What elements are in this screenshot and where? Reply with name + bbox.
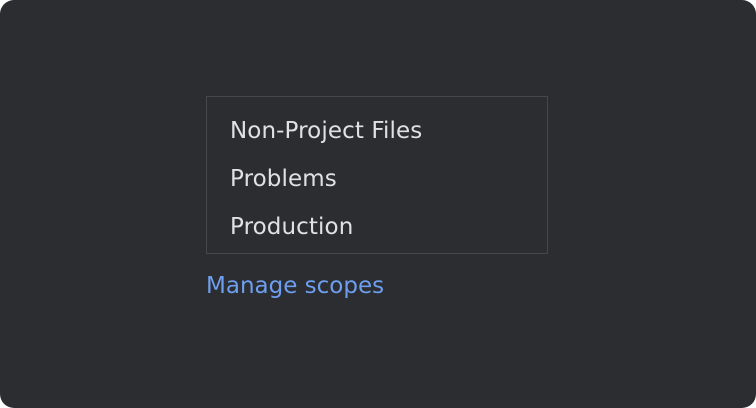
scope-list: Non-Project Files Problems Production [206, 96, 548, 254]
scope-item-non-project-files[interactable]: Non-Project Files [207, 107, 547, 155]
scope-item-production[interactable]: Production [207, 203, 547, 251]
manage-scopes-link[interactable]: Manage scopes [206, 266, 384, 306]
scope-item-problems[interactable]: Problems [207, 155, 547, 203]
scope-popup-panel: Non-Project Files Problems Production Ma… [0, 0, 756, 408]
